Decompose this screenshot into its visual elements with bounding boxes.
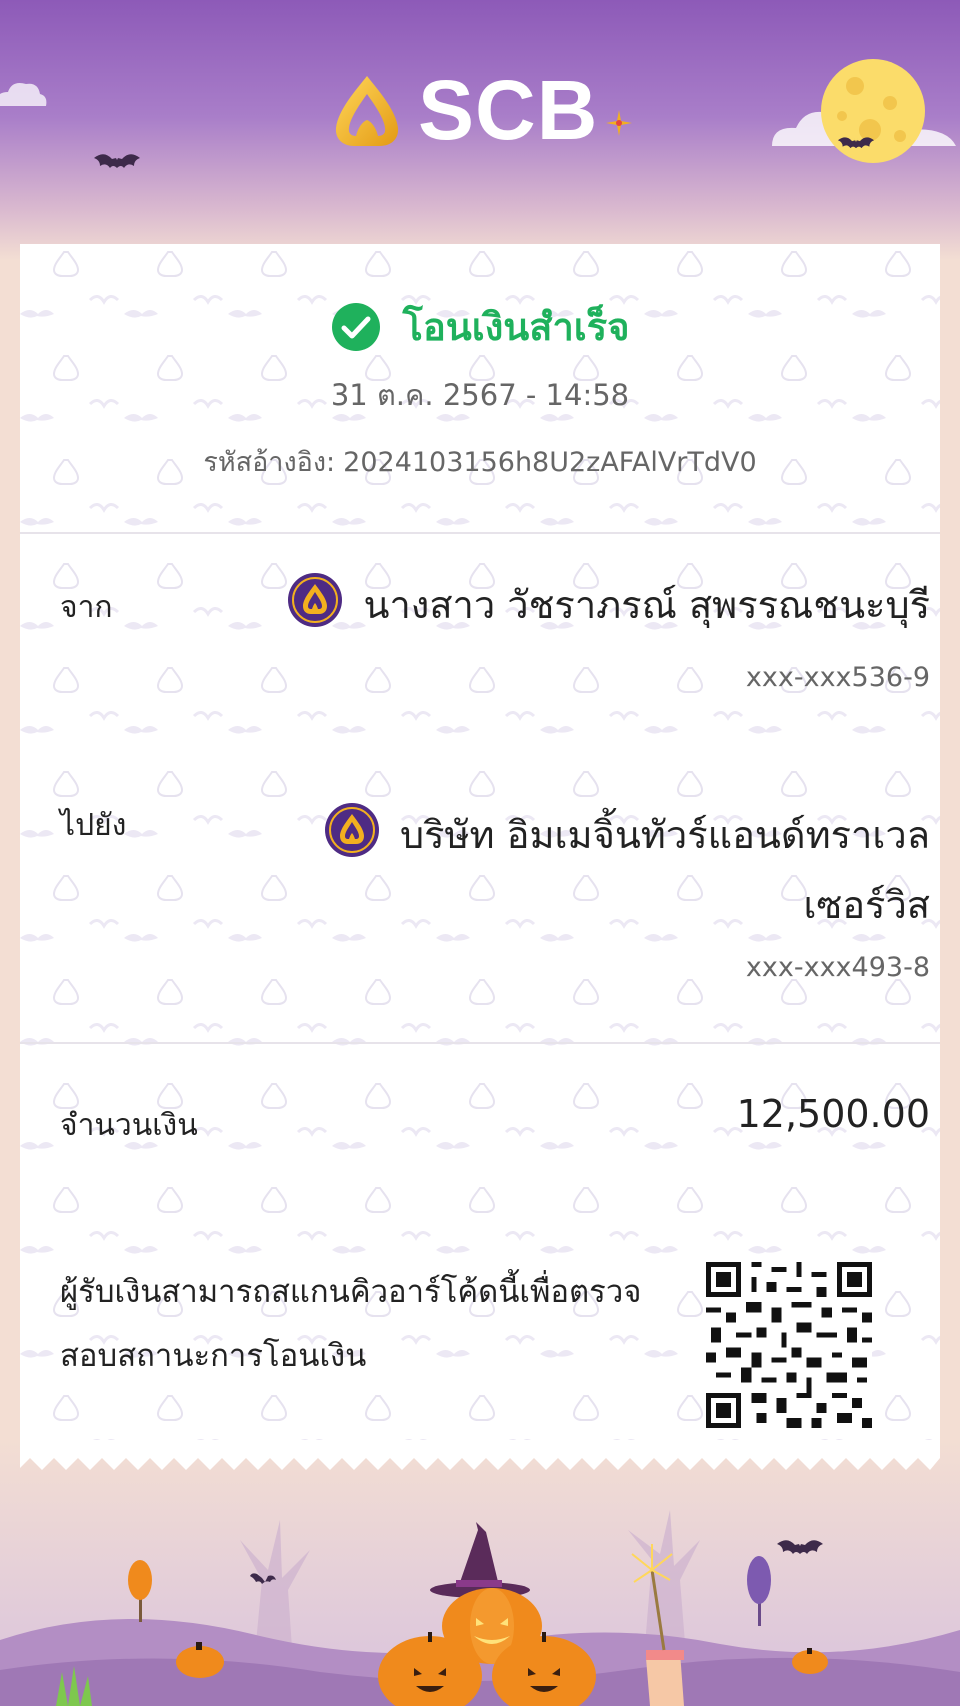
bat-icon: [94, 154, 140, 168]
check-circle-icon: [331, 302, 380, 351]
to-name: บริษัท อิมเมจิ้นทัวร์แอนด์ทราเวล เซอร์วิ…: [400, 800, 930, 940]
bat-icon: [837, 137, 875, 149]
qr-code-icon[interactable]: [706, 1262, 872, 1428]
from-account-number: xxx-xxx536-9: [745, 662, 930, 693]
from-party: นางสาว วัชราภรณ์ สุพรรณชนะบุรี: [250, 570, 930, 640]
divider: [20, 532, 940, 534]
transfer-slip-card: โอนเงินสำเร็จ 31 ต.ค. 2567 - 14:58 รหัสอ…: [20, 244, 940, 1468]
header-banner: SCB: [0, 0, 960, 260]
reference-label: รหัสอ้างอิง:: [203, 447, 336, 478]
reference-line: รหัสอ้างอิง: 2024103156h8U2zAFAlVrTdV0: [20, 440, 940, 483]
scb-bank-icon: [288, 573, 343, 627]
from-name: นางสาว วัชราภรณ์ สุพรรณชนะบุรี: [363, 583, 930, 627]
amount-label: จำนวนเงิน: [60, 1108, 198, 1143]
divider: [20, 1042, 940, 1044]
qr-instruction-text: ผู้รับเงินสามารถสแกนคิวอาร์โค้ดนี้เพื่อต…: [60, 1274, 642, 1374]
footer-illustration: [0, 1440, 960, 1706]
amount-value: 12,500.00: [736, 1092, 930, 1136]
to-name-line2: เซอร์วิส: [803, 883, 930, 927]
sparkle-icon: [606, 110, 633, 136]
to-name-line1: บริษัท อิมเมจิ้นทัวร์แอนด์ทราเวล: [399, 813, 930, 857]
scb-logo-mark-icon: [335, 76, 399, 146]
to-label: ไปยัง: [60, 808, 127, 843]
to-party: บริษัท อิมเมจิ้นทัวร์แอนด์ทราเวล เซอร์วิ…: [250, 800, 930, 940]
from-label: จาก: [60, 590, 113, 625]
to-account-number: xxx-xxx493-8: [745, 952, 930, 983]
cloud-left-decoration: [0, 83, 47, 106]
scb-bank-icon: [324, 803, 379, 857]
transaction-datetime: 31 ต.ค. 2567 - 14:58: [330, 378, 630, 412]
scb-logo: SCB: [330, 63, 634, 157]
reference-value[interactable]: 2024103156h8U2zAFAlVrTdV0: [343, 447, 757, 478]
scb-logo-text: SCB: [418, 63, 599, 157]
halloween-footer-scene: [0, 1440, 960, 1706]
status-row: โอนเงินสำเร็จ: [20, 296, 940, 357]
status-text: โอนเงินสำเร็จ: [402, 305, 630, 349]
